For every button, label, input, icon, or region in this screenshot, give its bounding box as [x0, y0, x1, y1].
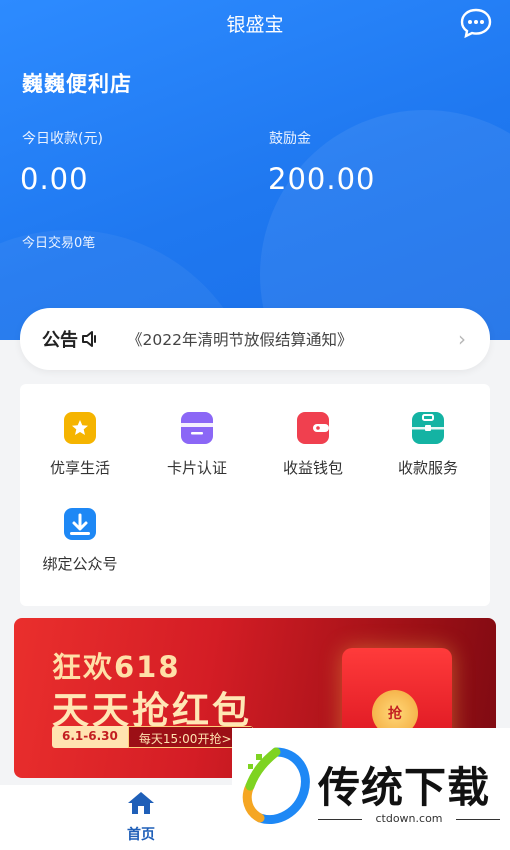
service-grid: 优享生活 卡片认证 收益钱包 收款服务 绑定公众号 [20, 384, 490, 606]
today-income-label: 今日收款(元) [22, 131, 103, 147]
chat-icon [460, 8, 492, 39]
today-trades: 今日交易0笔 [22, 236, 96, 251]
site-logo [242, 747, 310, 824]
star-icon [64, 412, 96, 444]
briefcase-icon [412, 412, 444, 444]
service-card-verify[interactable]: 卡片认证 [142, 412, 252, 478]
notice-bar[interactable]: 公告 《2022年清明节放假结算通知》 › [20, 308, 490, 370]
home-icon [128, 792, 154, 814]
bonus-label: 鼓励金 [269, 131, 311, 147]
service-bind-account[interactable]: 绑定公众号 [25, 508, 135, 574]
service-income-wallet[interactable]: 收益钱包 [258, 412, 368, 478]
service-label: 收款服务 [397, 459, 458, 477]
account-header: 银盛宝 巍巍便利店 今日收款(元) 0.00 鼓励金 200.00 今日交易0笔 [0, 0, 510, 340]
banner-date: 6.1-6.30 [52, 726, 128, 748]
service-payment[interactable]: 收款服务 [373, 412, 483, 478]
app-title: 银盛宝 [226, 14, 284, 36]
message-button[interactable] [460, 8, 492, 39]
speaker-icon [82, 331, 96, 347]
watermark-url: ctdown.com [318, 812, 500, 825]
tab-home-label: 首页 [127, 827, 155, 843]
watermark: 传统下载 ctdown.com [232, 728, 510, 850]
banner-date-bar: 6.1-6.30 每天15:00开抢>> [52, 726, 253, 748]
service-youxiang-life[interactable]: 优享生活 [25, 412, 135, 478]
wallet-icon [297, 412, 329, 444]
chevron-right-icon: › [458, 327, 466, 351]
today-income-value[interactable]: 0.00 [20, 162, 89, 196]
service-label: 卡片认证 [166, 459, 227, 477]
download-icon [64, 508, 96, 540]
notice-text: 《2022年清明节放假结算通知》 [127, 331, 353, 349]
bonus-value[interactable]: 200.00 [268, 162, 375, 196]
tab-home[interactable]: 首页 [110, 790, 172, 844]
notice-tag: 公告 [42, 326, 99, 352]
notice-tag-label: 公告 [42, 330, 78, 351]
service-label: 优享生活 [49, 459, 110, 477]
card-icon [181, 412, 213, 444]
service-label: 收益钱包 [282, 459, 343, 477]
store-name: 巍巍便利店 [22, 72, 132, 96]
watermark-name: 传统下载 [318, 763, 491, 812]
service-label: 绑定公众号 [42, 555, 118, 573]
